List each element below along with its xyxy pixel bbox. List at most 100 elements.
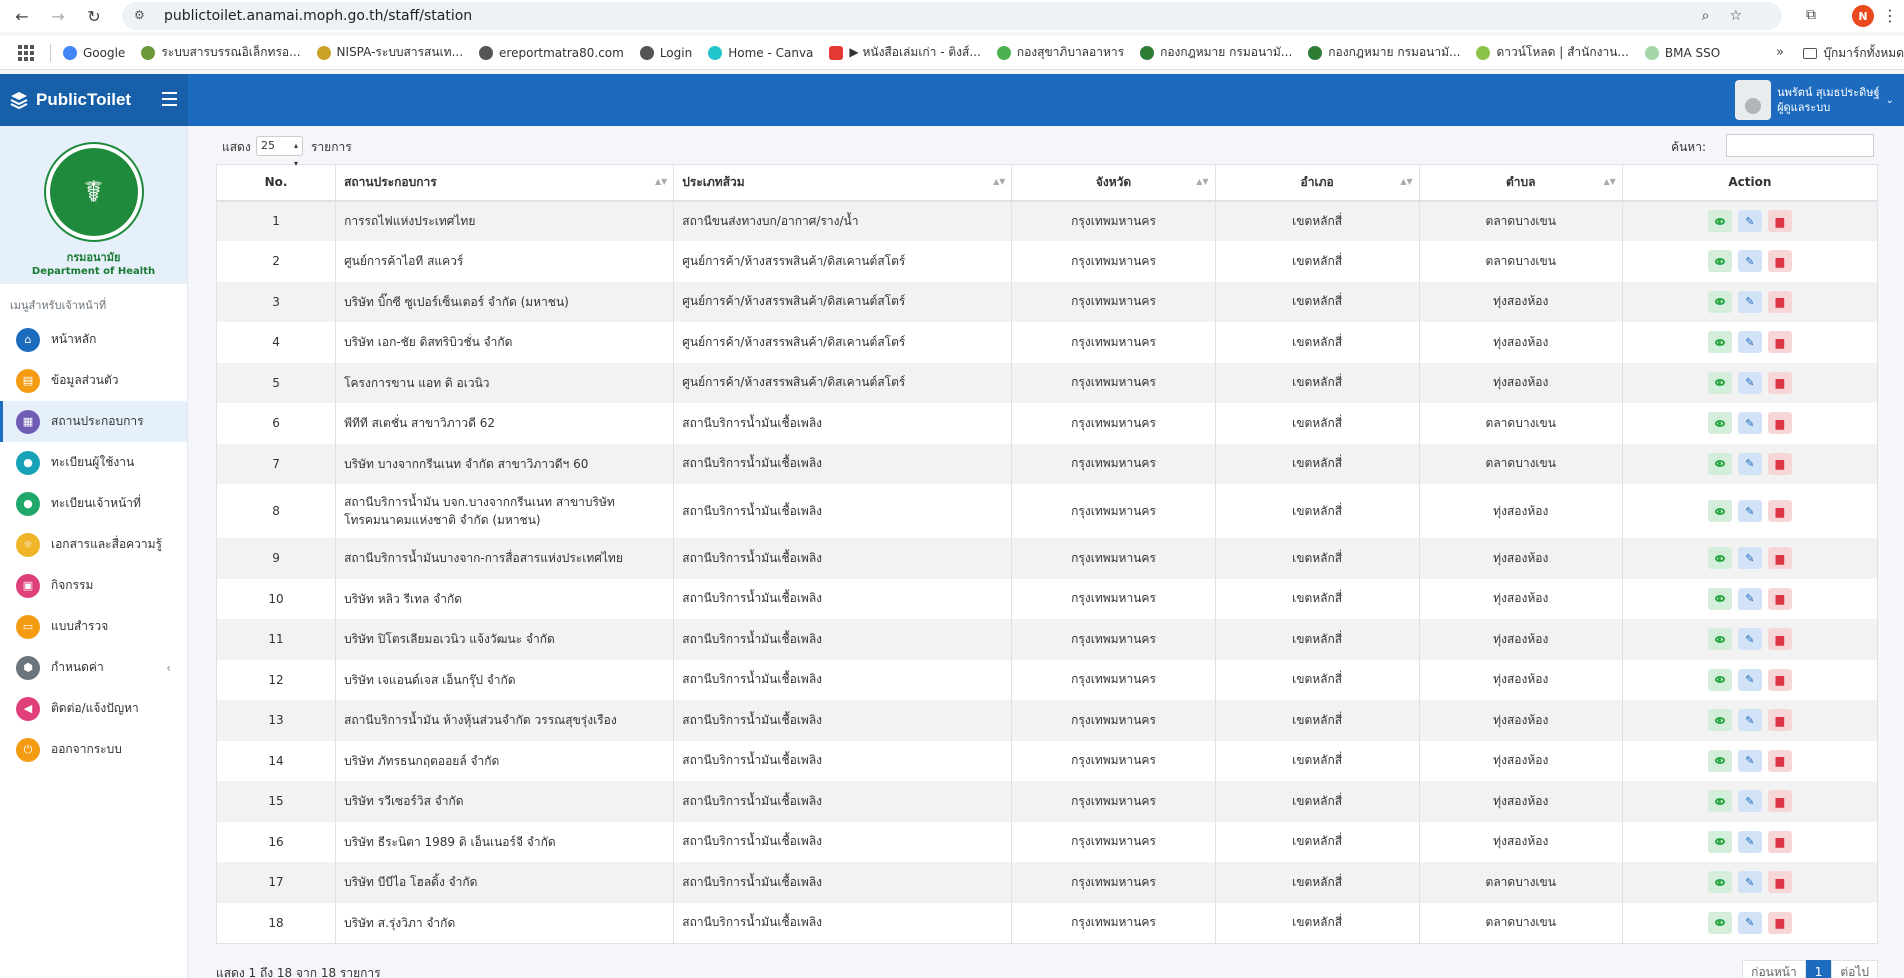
sidebar-item-logout[interactable]: ⏻ ออกจากระบบ [0,729,187,770]
pagination-page[interactable]: 1 [1805,960,1832,978]
view-button[interactable] [1707,790,1732,813]
bookmark[interactable]: กองกฎหมาย กรมอนามั... [1140,43,1292,62]
delete-button[interactable]: ▆ [1767,412,1792,435]
view-button[interactable] [1707,749,1732,772]
view-button[interactable] [1707,871,1732,894]
bookmark[interactable]: ดาวน์โหลด | สำนักงาน... [1476,43,1629,62]
sidebar-item-stations[interactable]: ▦ สถานประกอบการ [0,401,187,442]
edit-button[interactable]: ✎ [1737,331,1762,354]
delete-button[interactable]: ▆ [1767,250,1792,273]
profile-avatar[interactable]: N [1852,5,1874,27]
all-bookmarks-folder[interactable]: บุ๊กมาร์กทั้งหมด [1803,44,1904,63]
edit-button[interactable]: ✎ [1737,790,1762,813]
view-button[interactable] [1707,709,1732,732]
edit-button[interactable]: ✎ [1737,371,1762,394]
view-button[interactable] [1707,210,1732,233]
column-header-type[interactable]: ประเภทส้วม ▲▼ [673,164,1013,202]
pagination-prev[interactable]: ก่อนหน้า [1742,960,1806,978]
edit-button[interactable]: ✎ [1737,210,1762,233]
edit-button[interactable]: ✎ [1737,250,1762,273]
edit-button[interactable]: ✎ [1737,290,1762,313]
view-button[interactable] [1707,830,1732,853]
extensions-icon[interactable]: ⧉ [1806,7,1816,23]
bookmark[interactable]: ereportmatra80.com [479,45,624,60]
view-button[interactable] [1707,371,1732,394]
delete-button[interactable]: ▆ [1767,587,1792,610]
user-menu[interactable]: นพรัตน์ สุเมธประดิษฐ์ ผู้ดูแลระบบ ⌄ [1735,80,1894,120]
edit-button[interactable]: ✎ [1737,628,1762,651]
view-button[interactable] [1707,547,1732,570]
edit-button[interactable]: ✎ [1737,668,1762,691]
view-button[interactable] [1707,668,1732,691]
bookmark[interactable]: ระบบสารบรรณอิเล็กทรอ... [141,43,301,62]
delete-button[interactable]: ▆ [1767,871,1792,894]
edit-button[interactable]: ✎ [1737,587,1762,610]
forward-icon[interactable]: → [44,2,72,30]
search-input[interactable] [1726,134,1874,157]
bookmark[interactable]: กองสุขาภิบาลอาหาร [996,43,1124,62]
column-header-subdistrict[interactable]: ตำบล ▲▼ [1418,164,1623,202]
delete-button[interactable]: ▆ [1767,830,1792,853]
bookmark[interactable]: Login [639,45,692,60]
delete-button[interactable]: ▆ [1767,709,1792,732]
edit-button[interactable]: ✎ [1737,911,1762,934]
delete-button[interactable]: ▆ [1767,500,1792,522]
apps-icon[interactable] [18,44,34,61]
bookmark[interactable]: กองกฎหมาย กรมอนามั... [1308,43,1460,62]
column-header-no[interactable]: No. [215,164,337,202]
sidebar-item-contact[interactable]: ◀ ติดต่อ/แจ้งปัญหา [0,688,187,729]
edit-button[interactable]: ✎ [1737,547,1762,570]
menu-toggle-icon[interactable] [162,92,177,106]
edit-button[interactable]: ✎ [1737,412,1762,435]
sidebar-item-survey[interactable]: ▭ แบบสำรวจ [0,606,187,647]
sidebar-item-documents[interactable]: ☼ เอกสารและสื่อความรู้ [0,524,187,565]
column-header-name[interactable]: สถานประกอบการ ▲▼ [335,164,675,202]
browser-menu-icon[interactable]: ⋮ [1882,6,1898,25]
sidebar-item-settings[interactable]: ⬢ กำหนดค่า ‹ [0,647,187,688]
bookmark[interactable]: Home - Canva [708,45,813,60]
edit-button[interactable]: ✎ [1737,709,1762,732]
delete-button[interactable]: ▆ [1767,371,1792,394]
edit-button[interactable]: ✎ [1737,749,1762,772]
sidebar-item-profile[interactable]: ▤ ข้อมูลส่วนตัว [0,360,187,401]
sidebar-item-activities[interactable]: ▣ กิจกรรม [0,565,187,606]
column-header-province[interactable]: จังหวัด ▲▼ [1011,164,1216,202]
delete-button[interactable]: ▆ [1767,911,1792,934]
pagination-next[interactable]: ต่อไป [1831,960,1878,978]
star-icon[interactable]: ☆ [1729,8,1742,24]
edit-button[interactable]: ✎ [1737,830,1762,853]
page-length-select[interactable]: 25 ▴ ▾ [256,136,303,168]
delete-button[interactable]: ▆ [1767,749,1792,772]
delete-button[interactable]: ▆ [1767,668,1792,691]
delete-button[interactable]: ▆ [1767,790,1792,813]
column-header-district[interactable]: อำเภอ ▲▼ [1214,164,1420,202]
view-button[interactable] [1707,250,1732,273]
delete-button[interactable]: ▆ [1767,290,1792,313]
edit-button[interactable]: ✎ [1737,871,1762,894]
view-button[interactable] [1707,452,1732,475]
view-button[interactable] [1707,290,1732,313]
sidebar-item-staff[interactable]: ● ทะเบียนเจ้าหน้าที่ [0,483,187,524]
brand[interactable]: PublicToilet [0,74,188,126]
view-button[interactable] [1707,500,1732,522]
view-button[interactable] [1707,628,1732,651]
delete-button[interactable]: ▆ [1767,331,1792,354]
delete-button[interactable]: ▆ [1767,210,1792,233]
view-button[interactable] [1707,331,1732,354]
delete-button[interactable]: ▆ [1767,452,1792,475]
site-info-icon[interactable]: ⚙ [134,8,150,24]
reload-icon[interactable]: ↻ [80,2,108,30]
delete-button[interactable]: ▆ [1767,547,1792,570]
view-button[interactable] [1707,412,1732,435]
bookmark[interactable]: Google [63,45,125,60]
bookmarks-overflow-icon[interactable]: » [1776,45,1784,60]
edit-button[interactable]: ✎ [1737,452,1762,475]
sidebar-item-users[interactable]: ● ทะเบียนผู้ใช้งาน [0,442,187,483]
bookmark[interactable]: ▶ หนังสือเล่มเก่า - ติงส์... [829,43,981,62]
back-icon[interactable]: ← [8,2,36,30]
address-bar[interactable]: ⚙ publictoilet.anamai.moph.go.th/staff/s… [122,2,1782,30]
bookmark[interactable]: NISPA-ระบบสารสนเท... [316,43,463,62]
view-button[interactable] [1707,911,1732,934]
bookmark[interactable]: BMA SSO [1644,45,1720,60]
view-button[interactable] [1707,587,1732,610]
